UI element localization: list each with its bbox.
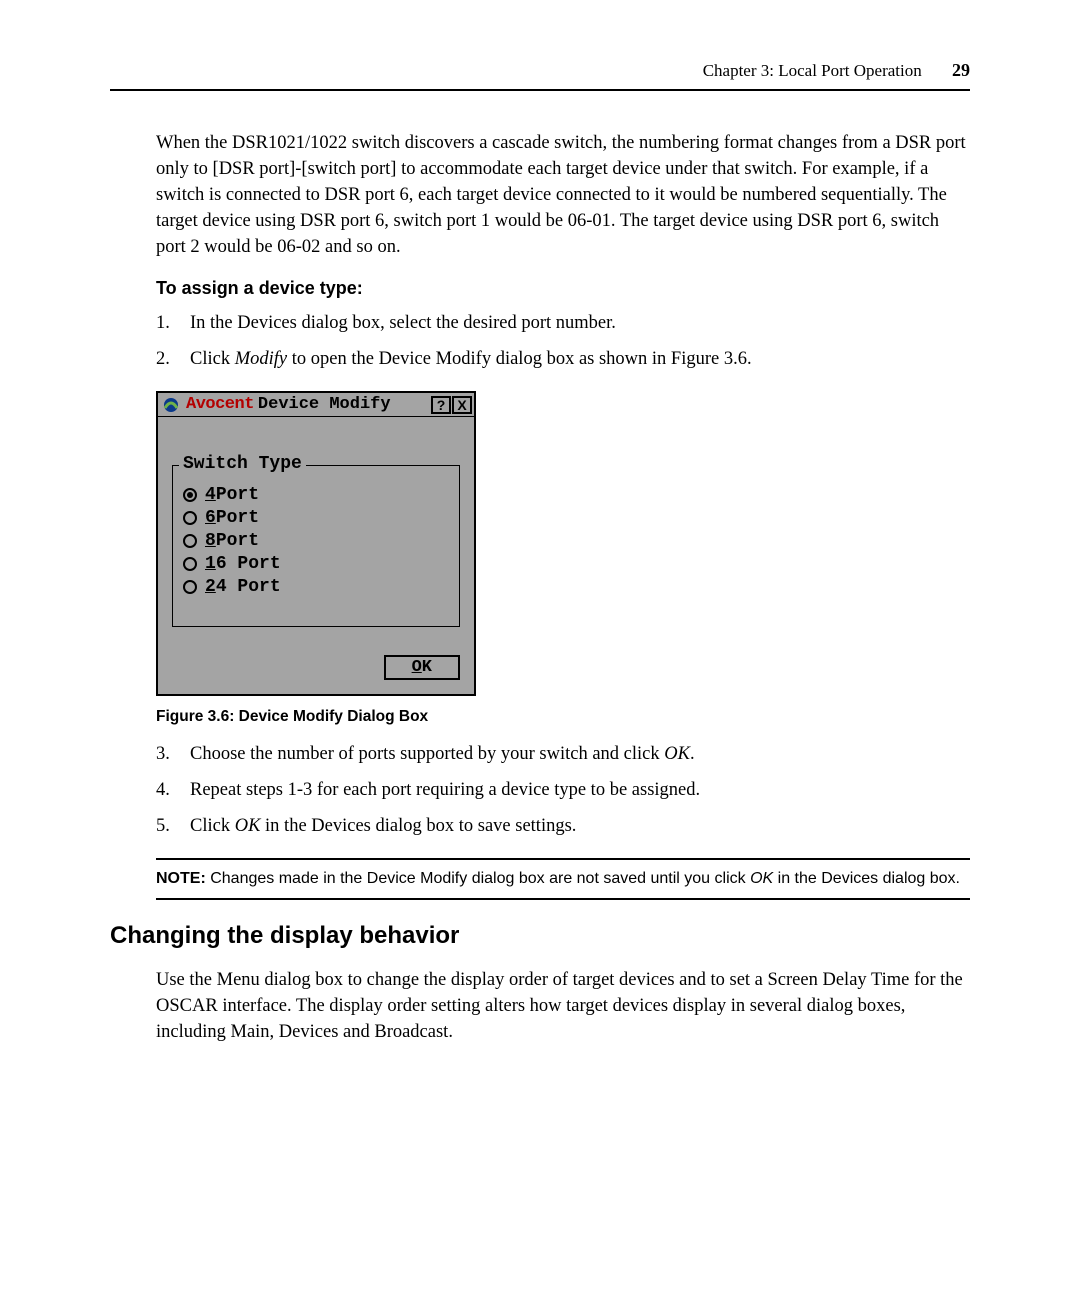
close-button[interactable]: X — [452, 396, 472, 414]
steps-list-b: 3.Choose the number of ports supported b… — [156, 742, 970, 840]
list-item: 2.Click Modify to open the Device Modify… — [156, 347, 970, 373]
step-number: 3. — [156, 742, 190, 768]
section-heading: Changing the display behavior — [110, 922, 970, 950]
step-number: 4. — [156, 778, 190, 804]
option-rest: 4 Port — [216, 577, 281, 597]
help-button[interactable]: ? — [431, 396, 451, 414]
option-accel: 8 — [205, 531, 216, 551]
option-rest: Port — [216, 485, 259, 505]
option-rest: Port — [216, 508, 259, 528]
switch-type-option[interactable]: 16 Port — [183, 554, 449, 574]
note-pre: Changes made in the Device Modify dialog… — [206, 870, 750, 887]
ok-rest: K — [422, 658, 432, 677]
switch-type-group: Switch Type 4 Port6 Port8 Port16 Port24 … — [172, 465, 460, 627]
step-number: 5. — [156, 814, 190, 840]
section-body: Use the Menu dialog box to change the di… — [156, 968, 970, 1046]
radio-icon — [183, 488, 197, 502]
steps-list-a: 1.In the Devices dialog box, select the … — [156, 311, 970, 373]
ok-accel: O — [412, 658, 422, 677]
step-text: In the Devices dialog box, select the de… — [190, 311, 970, 337]
device-modify-dialog: Avocent Device Modify ? X Switch Type 4 … — [156, 391, 476, 696]
note-label: NOTE: — [156, 870, 206, 887]
switch-type-legend: Switch Type — [179, 454, 306, 474]
list-item: 4.Repeat steps 1-3 for each port requiri… — [156, 778, 970, 804]
option-rest: Port — [216, 531, 259, 551]
list-item: 5.Click OK in the Devices dialog box to … — [156, 814, 970, 840]
step-number: 1. — [156, 311, 190, 337]
figure-caption: Figure 3.6: Device Modify Dialog Box — [156, 708, 970, 726]
option-accel: 2 — [205, 577, 216, 597]
note-box: NOTE: Changes made in the Device Modify … — [156, 858, 970, 900]
step-number: 2. — [156, 347, 190, 373]
switch-type-option[interactable]: 8 Port — [183, 531, 449, 551]
radio-icon — [183, 534, 197, 548]
chapter-label: Chapter 3: Local Port Operation — [703, 61, 922, 80]
note-post: in the Devices dialog box. — [773, 870, 960, 887]
step-text: Repeat steps 1-3 for each port requiring… — [190, 778, 970, 804]
switch-type-option[interactable]: 24 Port — [183, 577, 449, 597]
page-number: 29 — [952, 60, 970, 80]
radio-icon — [183, 580, 197, 594]
switch-type-option[interactable]: 6 Port — [183, 508, 449, 528]
dialog-titlebar: Avocent Device Modify ? X — [158, 393, 474, 417]
avocent-logo-icon — [160, 396, 182, 414]
radio-icon — [183, 557, 197, 571]
switch-type-option[interactable]: 4 Port — [183, 485, 449, 505]
option-rest: 6 Port — [216, 554, 281, 574]
option-accel: 4 — [205, 485, 216, 505]
option-accel: 6 — [205, 508, 216, 528]
intro-paragraph: When the DSR1021/1022 switch discovers a… — [156, 131, 970, 260]
list-item: 3.Choose the number of ports supported b… — [156, 742, 970, 768]
option-accel: 1 — [205, 554, 216, 574]
list-item: 1.In the Devices dialog box, select the … — [156, 311, 970, 337]
step-text: Click OK in the Devices dialog box to sa… — [190, 814, 970, 840]
ok-button[interactable]: OK — [384, 655, 460, 680]
note-ok: OK — [750, 870, 773, 887]
dialog-title-text: Device Modify — [258, 395, 391, 414]
dialog-brand: Avocent — [186, 395, 254, 414]
step-text: Click Modify to open the Device Modify d… — [190, 347, 970, 373]
radio-icon — [183, 511, 197, 525]
step-text: Choose the number of ports supported by … — [190, 742, 970, 768]
assign-device-heading: To assign a device type: — [156, 278, 970, 299]
page-header: Chapter 3: Local Port Operation 29 — [110, 60, 970, 91]
